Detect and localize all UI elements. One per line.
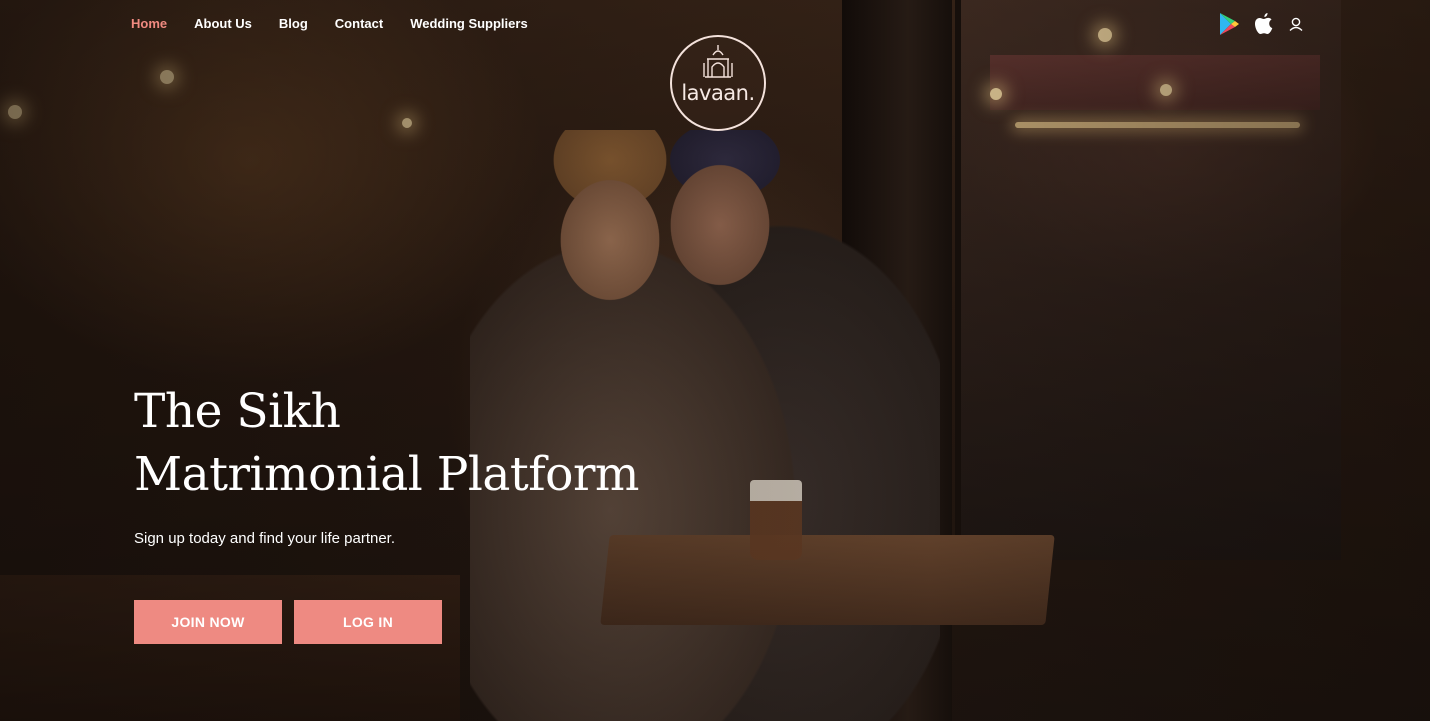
hero-subtitle: Sign up today and find your life partner… <box>134 530 396 547</box>
nav-home[interactable]: Home <box>131 14 167 34</box>
main-nav: Home About Us Blog Contact Wedding Suppl… <box>131 14 555 34</box>
hero-section: Home About Us Blog Contact Wedding Suppl… <box>0 0 1430 721</box>
join-now-button[interactable]: JOIN NOW <box>134 600 282 644</box>
lavaan-logo[interactable]: lavaan. <box>670 35 766 131</box>
google-play-icon[interactable] <box>1218 12 1240 36</box>
user-icon[interactable] <box>1288 16 1304 32</box>
nav-wedding-suppliers[interactable]: Wedding Suppliers <box>410 14 528 34</box>
nav-blog[interactable]: Blog <box>279 14 308 34</box>
headline-line-2: Matrimonial Platform <box>134 447 639 502</box>
apple-icon[interactable] <box>1254 12 1274 36</box>
log-in-button[interactable]: LOG IN <box>294 600 442 644</box>
gate-icon <box>703 45 733 78</box>
logo-text: lavaan. <box>681 81 755 105</box>
headline-line-1: The Sikh <box>134 384 341 439</box>
hero-headline: The Sikh Matrimonial Platform <box>134 380 639 506</box>
nav-about-us[interactable]: About Us <box>194 14 252 34</box>
header-icons <box>1218 12 1304 36</box>
nav-contact[interactable]: Contact <box>335 14 383 34</box>
